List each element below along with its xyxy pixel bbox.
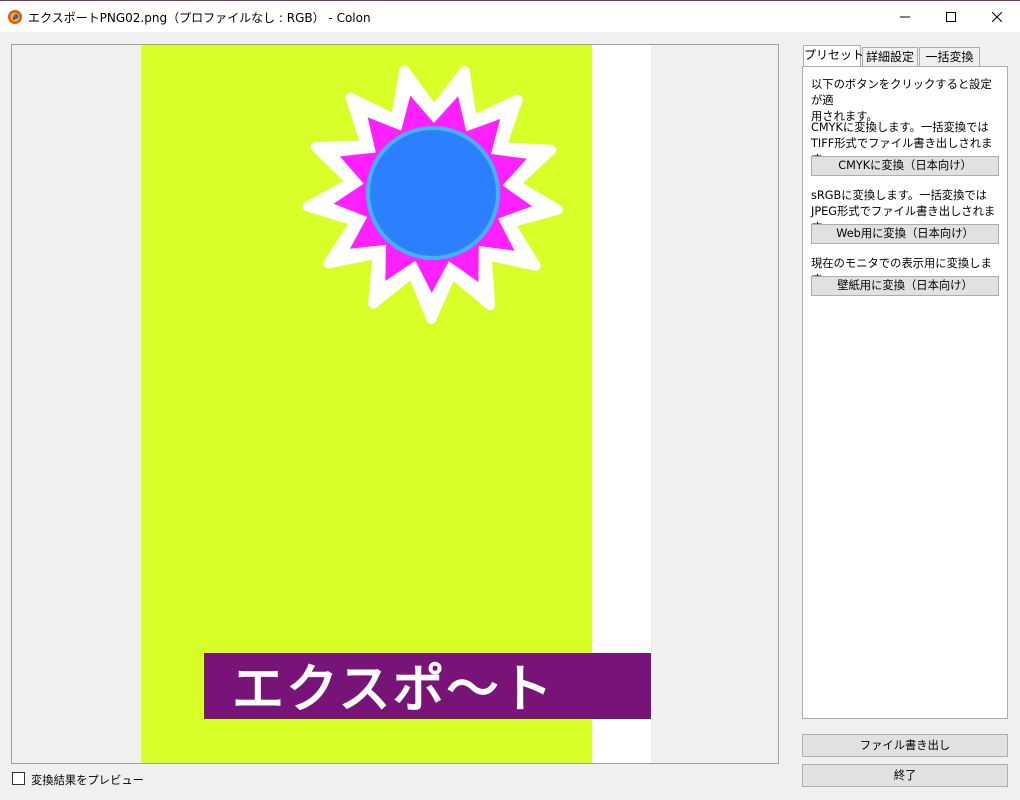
banner-text: エクスポ〜ト <box>232 660 554 720</box>
presets-intro-text: 以下のボタンをクリックすると設定が適 用されます。 <box>811 78 992 123</box>
wallpaper-convert-button[interactable]: 壁紙用に変換（日本向け） <box>811 276 999 296</box>
maximize-icon <box>946 11 956 22</box>
colon-app-icon <box>8 10 22 24</box>
tab-batch-convert[interactable]: 一括変換 <box>919 47 980 67</box>
preview-checkbox[interactable] <box>12 772 25 785</box>
tab-detail-settings[interactable]: 詳細設定 <box>862 47 918 67</box>
tab-presets[interactable]: プリセット <box>803 45 864 67</box>
preview-pane[interactable]: エクスポ〜ト <box>11 44 779 764</box>
sun-circle <box>370 130 496 256</box>
minimize-button[interactable] <box>882 1 928 32</box>
cmyk-convert-button[interactable]: CMYKに変換（日本向け） <box>811 156 999 176</box>
close-button[interactable] <box>974 1 1020 32</box>
minimize-icon <box>900 16 910 17</box>
window-title: エクスポートPNG02.png（プロファイルなし : RGB） - Colon <box>28 11 371 25</box>
presets-panel: 以下のボタンをクリックすると設定が適 用されます。 CMYKに変換します。一括変… <box>802 66 1008 719</box>
export-file-button[interactable]: ファイル書き出し <box>802 734 1008 757</box>
title-bar: エクスポートPNG02.png（プロファイルなし : RGB） - Colon <box>0 0 1020 32</box>
preview-checkbox-label: 変換結果をプレビュー <box>31 774 144 787</box>
web-convert-button[interactable]: Web用に変換（日本向け） <box>811 224 999 244</box>
preview-canvas: エクスポ〜ト <box>141 45 651 763</box>
close-icon <box>992 11 1002 22</box>
exit-button[interactable]: 終了 <box>802 764 1008 787</box>
maximize-button[interactable] <box>928 1 974 32</box>
